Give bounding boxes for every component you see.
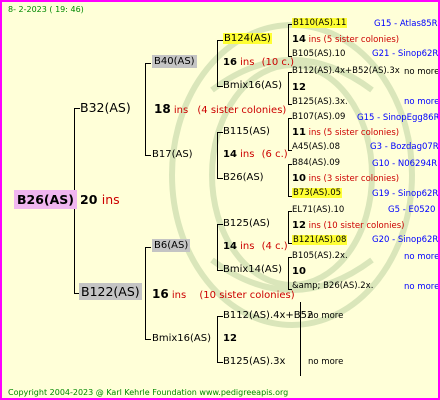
g4-note: (10 sister colonies) (323, 221, 405, 231)
root-number: 20 (80, 192, 98, 207)
g3-a1-note: (10 c.) (261, 57, 295, 68)
g4-row-6: B125(AS).3x. (292, 97, 348, 107)
g4-row-13: EL71(AS).10 (292, 205, 345, 215)
g2-c-name: B6(AS) (152, 239, 191, 252)
g2-a-name: B40(AS) (152, 55, 197, 68)
g2-b-count: 14 ins (6 c.) (223, 150, 288, 160)
g1-top-count: 18 ins (4 sister colonies) (154, 103, 286, 116)
g4-code-3: G21 - Sinop62R (372, 49, 439, 59)
g3-a1-number: 16 (223, 57, 237, 68)
g4-row-2: 14 ins (5 sister colonies) (292, 35, 399, 45)
g2-b-number: 14 (223, 149, 237, 160)
g4-row-9: A45(AS).08 (292, 142, 340, 152)
g4-number: 12 (292, 220, 306, 231)
g3-b1-name: B115(AS) (223, 126, 270, 137)
g1-bottom-number: 16 (152, 287, 169, 301)
g4-code-12: G19 - Sinop62R (372, 189, 439, 199)
g3-a1-label: B124(AS) (223, 33, 272, 44)
g4-note: (3 sister colonies) (323, 174, 400, 184)
g4-code-1: G15 - Atlas85R (374, 19, 438, 29)
g2-c-label: B6(AS) (152, 239, 191, 252)
g2-c-note: (4 c.) (261, 241, 288, 252)
g2-c-ins: ins (240, 241, 255, 252)
g4-row-1: B110(AS).11 (292, 18, 348, 28)
g4-row-17: 10 (292, 266, 306, 277)
g4-row-15: B121(AS).08 (292, 235, 348, 245)
g4-note: (5 sister colonies) (323, 128, 400, 138)
date-stamp: 8- 2-2023 ( 19: 46) (8, 5, 84, 14)
g4-note: (5 sister colonies) (323, 35, 400, 45)
g3-c1-name: B125(AS) (223, 218, 270, 229)
g3-d1-name: B112(AS).4x+B52 (223, 310, 314, 321)
g1-top-name: B32(AS) (80, 100, 131, 115)
g4-number: 10 (292, 173, 306, 184)
g4-code-4: no more (404, 67, 440, 77)
g3-a2-name: Bmix16(AS) (223, 80, 283, 91)
g4-row-11: 10 ins (3 sister colonies) (292, 174, 399, 184)
g1-top-ins: ins (173, 105, 189, 116)
g4-row-12: B73(AS).05 (292, 188, 343, 198)
g2-a-label: B40(AS) (152, 55, 197, 68)
g3-a1-count: 16 ins (10 c.) (223, 58, 294, 68)
g2-b-ins: ins (240, 149, 255, 160)
g4-code-6: no more (404, 97, 440, 107)
g4-code-10: G10 - N06294R (372, 159, 438, 169)
g4-name: B110(AS).11 (292, 18, 348, 28)
g2-c-count: 14 ins (4 c.) (223, 242, 288, 252)
g4-ins: ins (308, 174, 321, 184)
g2-b-note: (6 c.) (261, 149, 288, 160)
g4-ins: ins (308, 221, 321, 231)
g4-row-14: 12 ins (10 sister colonies) (292, 221, 405, 231)
g4-row-16: B105(AS).2x. (292, 251, 348, 261)
g3-c2-name: Bmix14(AS) (223, 264, 283, 275)
g3-a1-ins: ins (240, 57, 255, 68)
g3-d2-more: no more (308, 357, 344, 367)
g4-row-8: 11 ins (5 sister colonies) (292, 128, 399, 138)
g3-d1-more: no more (308, 311, 344, 321)
g1-bottom-note: (10 sister colonies) (199, 290, 295, 301)
g3-d2-name: B125(AS).3x (223, 356, 286, 367)
g4-row-4: B112(AS).4x+B52(AS).3x (292, 66, 400, 76)
g1-bottom-label: B122(AS) (79, 283, 142, 300)
g4-code-15: G20 - Sinop62R (372, 235, 439, 245)
copyright-footer: Copyright 2004-2023 @ Karl Kehrle Founda… (8, 388, 289, 397)
root-ins-label: ins (101, 192, 120, 207)
g2-b-name: B17(AS) (152, 149, 193, 160)
g4-number: 14 (292, 34, 306, 45)
g4-row-10: B84(AS).09 (292, 158, 341, 168)
g4-code-18: no more (404, 282, 440, 292)
g3-a1-name: B124(AS) (223, 33, 272, 44)
g1-bottom-name: B122(AS) (79, 283, 142, 300)
g2-c-number: 14 (223, 241, 237, 252)
g4-name: B121(AS).08 (292, 235, 348, 245)
root-name: B26(AS) (14, 190, 78, 209)
g4-row-18: &amp; B26(AS).2x. (292, 281, 374, 291)
g2-d-number: 12 (223, 333, 237, 344)
root-node: B26(AS) (14, 190, 78, 209)
root-count: 20 ins (80, 192, 120, 207)
g3-b2-name: B26(AS) (223, 172, 264, 183)
g4-code-16: no more (404, 252, 440, 262)
g1-bottom-ins: ins (171, 290, 187, 301)
g4-ins: ins (308, 128, 321, 138)
g1-bottom-count: 16 ins (10 sister colonies) (152, 288, 295, 301)
pedigree-chart: 8- 2-2023 ( 19: 46) B26(AS) 20 ins B32(A… (0, 0, 440, 400)
g2-d-name: Bmix16(AS) (152, 333, 212, 344)
g4-code-9: G3 - Bozdag07R (370, 142, 439, 152)
g4-row-7: B107(AS).09 (292, 112, 346, 122)
g4-row-5: 12 (292, 82, 306, 93)
g4-code-13: G5 - E0520 (388, 205, 436, 215)
g1-top-note: (4 sister colonies) (197, 105, 287, 116)
g4-name: B73(AS).05 (292, 188, 343, 198)
g4-code-7: G15 - SinopEgg86R (357, 113, 440, 123)
g4-ins: ins (308, 35, 321, 45)
g4-number: 11 (292, 127, 306, 138)
g1-top-number: 18 (154, 102, 171, 116)
g4-row-3: B105(AS).10 (292, 49, 346, 59)
